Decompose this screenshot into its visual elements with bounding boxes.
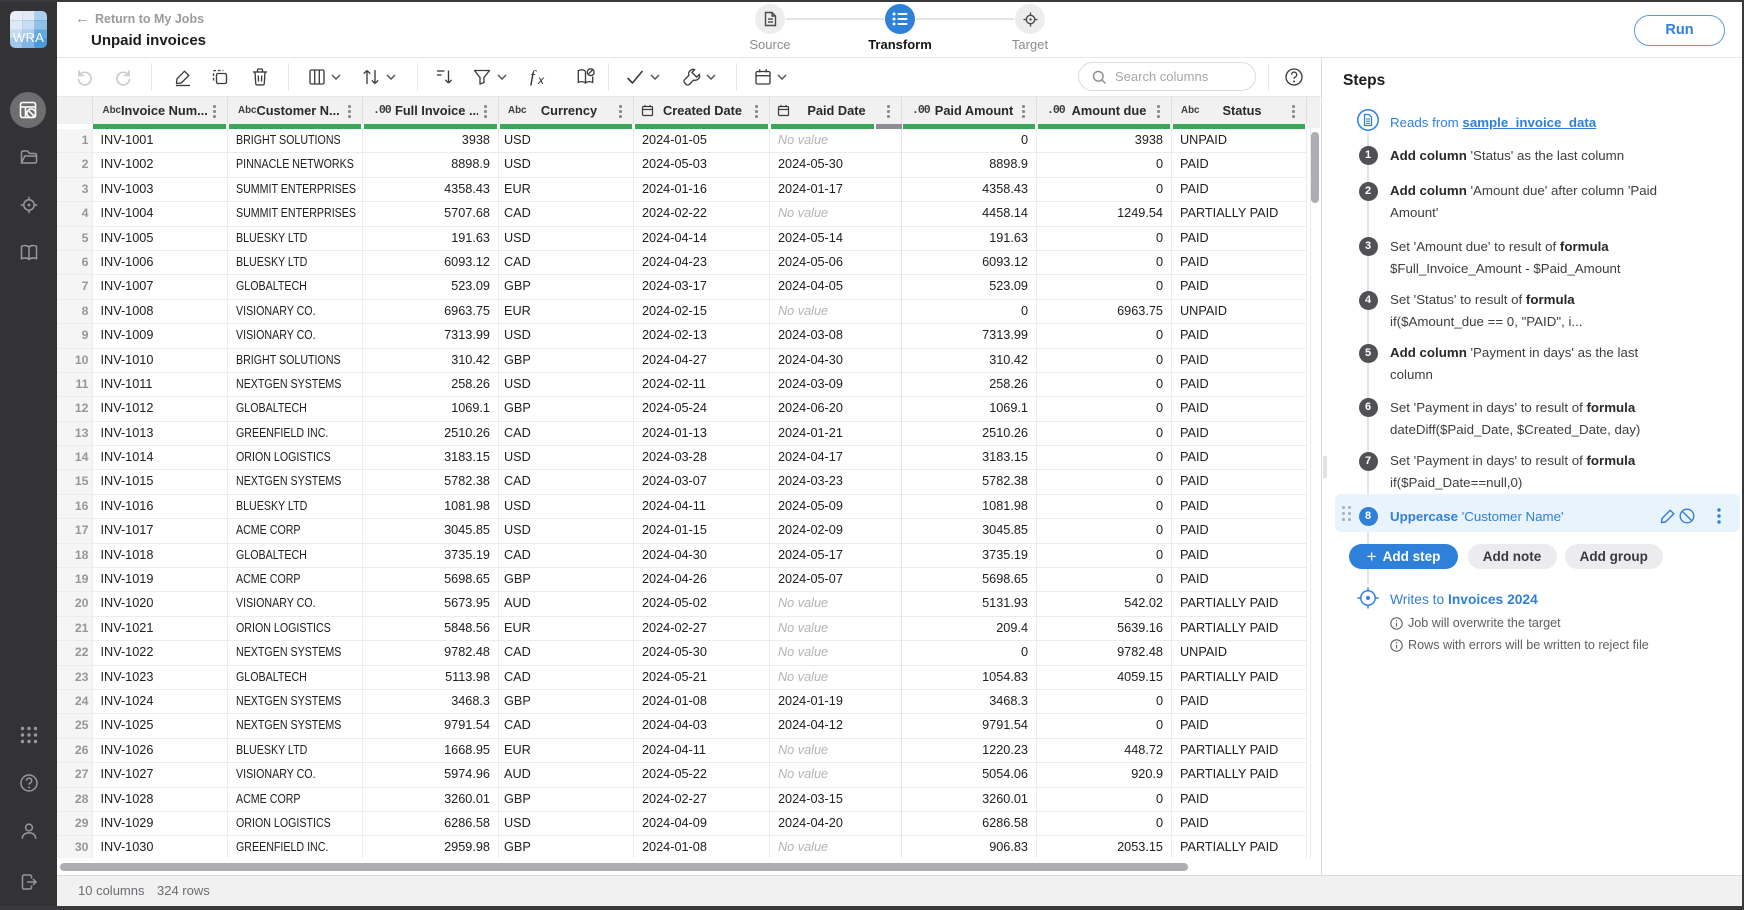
svg-text:f: f <box>530 67 537 86</box>
svg-text:x: x <box>537 73 545 87</box>
